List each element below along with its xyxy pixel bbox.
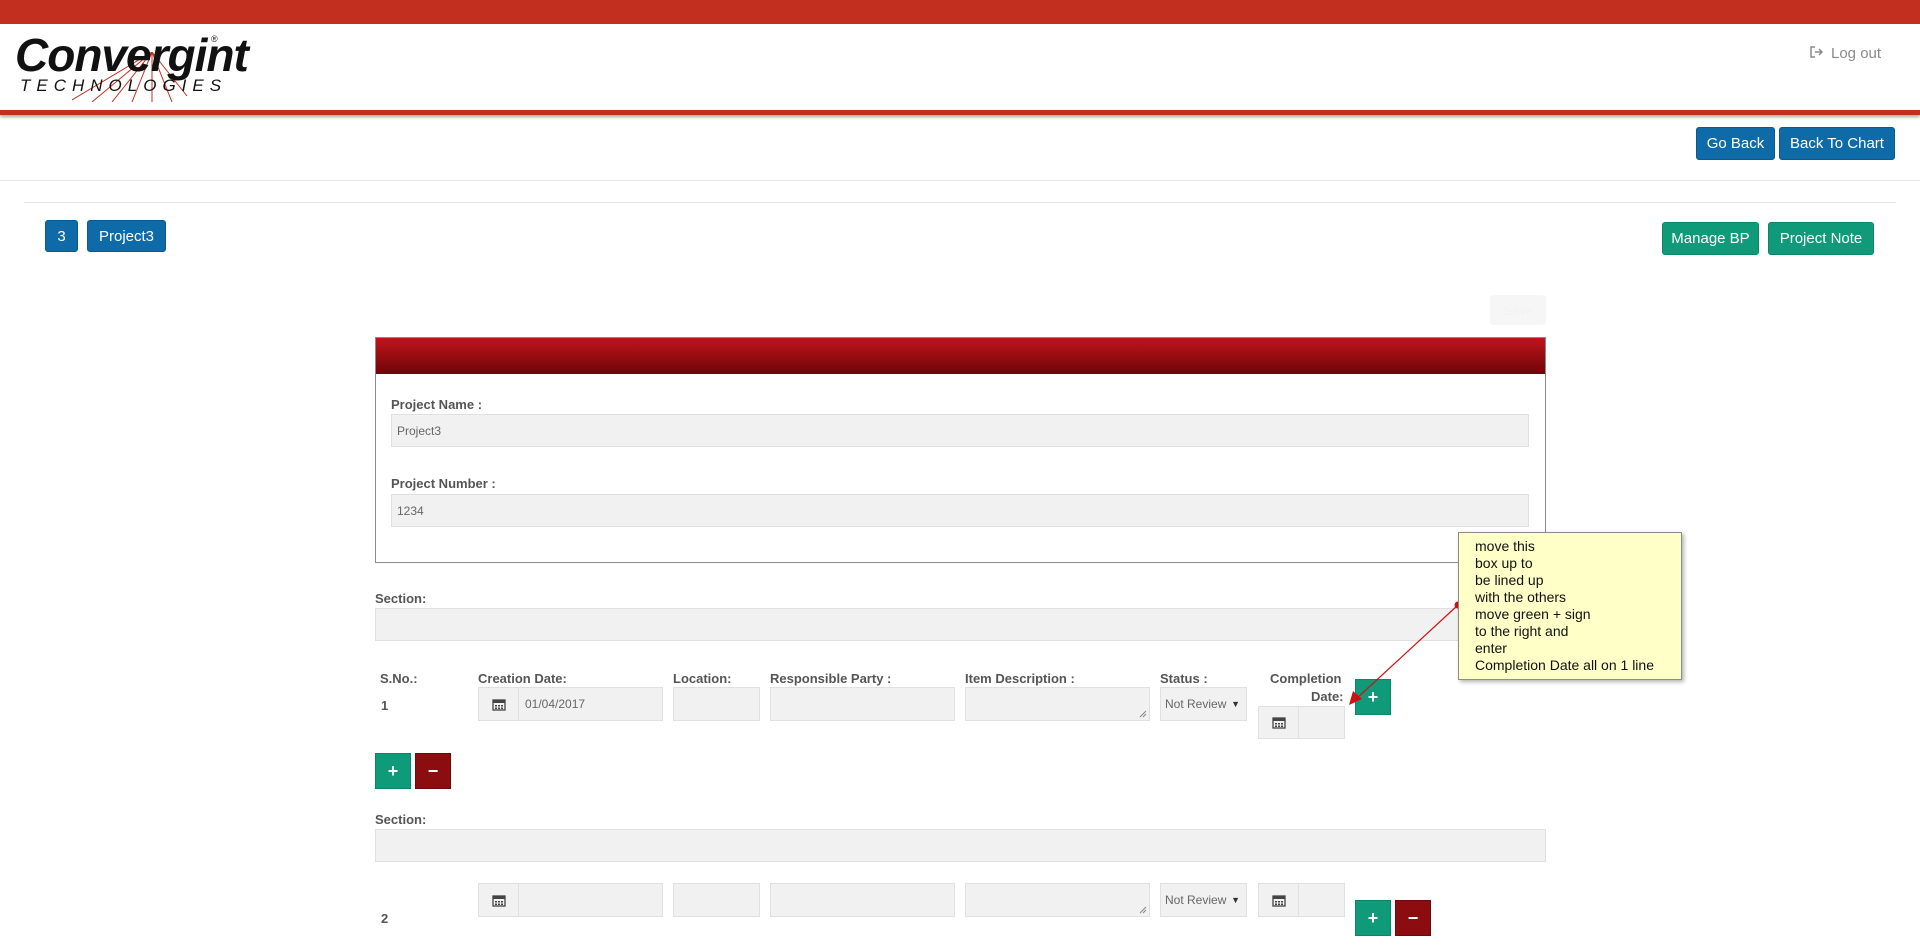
resize-grip-icon[interactable] [1139, 906, 1147, 914]
project-name-input[interactable]: Project3 [391, 414, 1529, 447]
row-2-responsible-party-input[interactable] [770, 883, 955, 917]
completion-date-header-line2: Date: [1311, 689, 1344, 704]
section-label-2: Section: [375, 812, 427, 827]
annotation-note: move this box up to be lined up with the… [1458, 532, 1682, 680]
resize-grip-icon[interactable] [1139, 710, 1147, 718]
row-1-sno: 1 [381, 698, 389, 713]
back-to-chart-button[interactable]: Back To Chart [1779, 127, 1895, 160]
section-input-2[interactable] [375, 829, 1546, 862]
annotation-arrow [1349, 601, 1462, 705]
row-1-status-value: Not Review [1165, 697, 1227, 711]
chevron-down-icon: ▼ [1231, 895, 1240, 905]
calendar-icon[interactable] [1259, 707, 1299, 738]
logout-label: Log out [1831, 45, 1882, 62]
item-description-header: Item Description : [965, 671, 1075, 686]
project-number-input[interactable]: 1234 [391, 494, 1529, 527]
calendar-icon[interactable] [1259, 884, 1299, 916]
calendar-icon[interactable] [479, 884, 519, 916]
row-1-creation-date-value: 01/04/2017 [525, 697, 586, 711]
row-1-location-input[interactable] [673, 687, 760, 721]
annotation-line: move green + sign [1475, 606, 1591, 622]
row-2-add-button[interactable]: + [1355, 900, 1391, 936]
responsible-party-header: Responsible Party : [770, 671, 892, 686]
top-accent-bar [0, 0, 1920, 24]
project-info-panel [375, 337, 1546, 563]
status-header: Status : [1160, 671, 1208, 686]
row-2-sno: 2 [381, 911, 389, 926]
sign-out-icon [1810, 46, 1824, 61]
row-2-creation-date[interactable] [478, 883, 663, 917]
row-2-remove-button[interactable]: − [1395, 900, 1431, 936]
remove-section-button[interactable]: − [415, 753, 451, 789]
panel-header [376, 338, 1545, 374]
nav-divider [0, 180, 1920, 181]
row-1-item-description-textarea[interactable] [965, 687, 1150, 721]
annotation-line: to the right and [1475, 623, 1569, 639]
annotation-line: with the others [1475, 589, 1567, 605]
project-name-label: Project Name : [391, 397, 483, 412]
app-header [0, 24, 1920, 112]
project-note-button[interactable]: Project Note [1768, 222, 1874, 255]
logo-registered-mark: ® [211, 34, 218, 44]
row-1-completion-date[interactable] [1258, 706, 1345, 739]
calendar-icon[interactable] [479, 688, 519, 720]
project-name-badge[interactable]: Project3 [87, 220, 166, 252]
annotation-line: Completion Date all on 1 line [1475, 657, 1654, 673]
annotation-line: be lined up [1475, 572, 1544, 588]
convergint-logo: Convergint ® TECHNOLOGIES [12, 30, 249, 105]
annotation-line: box up to [1475, 555, 1533, 571]
save-button[interactable]: Save [1490, 295, 1546, 325]
go-back-button[interactable]: Go Back [1696, 127, 1775, 160]
header-divider [0, 110, 1920, 115]
row-1-status-select[interactable]: Not Review ▼ [1160, 687, 1247, 721]
project-number-label: Project Number : [391, 476, 496, 491]
section-divider [24, 202, 1896, 203]
row-1-responsible-party-input[interactable] [770, 687, 955, 721]
add-section-button[interactable]: + [375, 753, 411, 789]
sno-header: S.No.: [380, 671, 418, 686]
section-label-1: Section: [375, 591, 427, 606]
row-1-creation-date[interactable]: 01/04/2017 [478, 687, 663, 721]
row-2-item-description-textarea[interactable] [965, 883, 1150, 917]
logout-link[interactable]: Log out [1810, 45, 1881, 62]
row-2-location-input[interactable] [673, 883, 760, 917]
creation-date-header: Creation Date: [478, 671, 567, 686]
chevron-down-icon: ▼ [1231, 699, 1240, 709]
row-2-status-value: Not Review [1165, 893, 1227, 907]
logo-subtitle: TECHNOLOGIES [20, 76, 228, 95]
annotation-line: enter [1475, 640, 1507, 656]
manage-bp-button[interactable]: Manage BP [1662, 222, 1759, 255]
annotation-line: move this [1475, 538, 1535, 554]
row-2-status-select[interactable]: Not Review ▼ [1160, 883, 1247, 917]
location-header: Location: [673, 671, 732, 686]
project-id-badge[interactable]: 3 [45, 220, 78, 252]
row-2-completion-date[interactable] [1258, 883, 1345, 917]
completion-date-header-line1: Completion [1270, 671, 1342, 686]
